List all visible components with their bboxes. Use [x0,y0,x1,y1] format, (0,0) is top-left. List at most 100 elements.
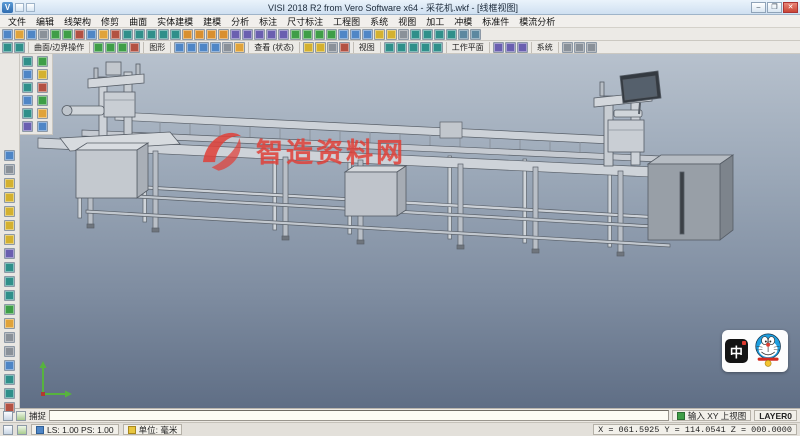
menu-item[interactable]: 工程图 [328,15,365,28]
graphics-shaded-icon[interactable] [174,42,185,53]
attributes-edit[interactable] [4,304,15,315]
view-xy-icon[interactable] [396,42,407,53]
snap-grid[interactable] [4,234,15,245]
group-label-view-state[interactable]: 查看 (状态) [248,42,300,53]
grid-toggle-icon[interactable] [3,425,13,435]
snap-center[interactable] [4,206,15,217]
menu-item[interactable]: 尺寸标注 [282,15,328,28]
copy[interactable] [86,29,97,40]
print[interactable] [38,29,49,40]
view-xz-icon[interactable] [408,42,419,53]
snap-intersection[interactable] [4,220,15,231]
dimension[interactable] [386,29,397,40]
undo[interactable] [50,29,61,40]
menu-item[interactable]: 模流分析 [514,15,560,28]
group-label-graphics[interactable]: 图形 [143,42,171,53]
state-list-icon[interactable] [327,42,338,53]
menu-item[interactable]: 建模 [198,15,226,28]
menu-item[interactable]: 编辑 [31,15,59,28]
view-iso-icon[interactable] [384,42,395,53]
surface-sweep[interactable] [314,29,325,40]
open-file[interactable] [14,29,25,40]
quick-access-icon[interactable] [15,3,24,12]
surface-extrude[interactable] [290,29,301,40]
input-view-mode[interactable]: 输入 XY 上视图 [672,410,751,421]
snap-end[interactable] [4,178,15,189]
boundary-edit-icon[interactable] [105,42,116,53]
state-delete-icon[interactable] [339,42,350,53]
point-style[interactable] [4,346,15,357]
view-rotate-icon[interactable] [432,42,443,53]
translate[interactable] [266,29,277,40]
menu-item[interactable]: 曲面 [124,15,152,28]
boundary-create-icon[interactable] [93,42,104,53]
spline[interactable] [170,29,181,40]
arc[interactable] [146,29,157,40]
line-style[interactable] [4,332,15,343]
menu-item[interactable]: 分析 [226,15,254,28]
zoom-fit[interactable] [410,29,421,40]
units-indicator[interactable]: 单位: 毫米 [123,424,183,435]
delete[interactable] [110,29,121,40]
fillet[interactable] [206,29,217,40]
distance-measure[interactable] [4,374,15,385]
menu-item[interactable]: 标准件 [477,15,514,28]
system-layers-icon[interactable] [574,42,585,53]
3d-viewport[interactable]: 智造资料网 中 [20,54,800,408]
wplane-set-icon[interactable] [493,42,504,53]
snap-toggle-icon[interactable] [3,411,13,421]
layer-indicator[interactable]: LAYER0 [754,410,797,421]
graphics-edges-icon[interactable] [222,42,233,53]
menu-item[interactable]: 视图 [393,15,421,28]
surface-from-boundary-icon[interactable] [117,42,128,53]
state-restore-icon[interactable] [315,42,326,53]
maximize-button[interactable]: ❐ [767,2,782,13]
graphics-hidden-icon[interactable] [198,42,209,53]
wplane-origin-icon[interactable] [517,42,528,53]
menu-item[interactable]: 文件 [3,15,31,28]
view-front-icon[interactable] [2,42,13,53]
color-palette[interactable] [4,318,15,329]
group-label-views[interactable]: 视图 [353,42,381,53]
surface-loft[interactable] [326,29,337,40]
menu-item[interactable]: 冲模 [449,15,477,28]
trim[interactable] [182,29,193,40]
mirror[interactable] [242,29,253,40]
circle[interactable] [158,29,169,40]
shaded-mode[interactable] [458,29,469,40]
measure[interactable] [374,29,385,40]
cut[interactable] [74,29,85,40]
mask-solids[interactable] [4,262,15,273]
view-yz-icon[interactable] [420,42,431,53]
save[interactable] [26,29,37,40]
surface-revolve[interactable] [302,29,313,40]
point[interactable] [122,29,133,40]
group-label-system[interactable]: 系统 [531,42,559,53]
menu-item[interactable]: 线架构 [59,15,96,28]
close-button[interactable]: ✕ [783,2,798,13]
menu-item[interactable]: 修剪 [96,15,124,28]
system-settings-icon[interactable] [562,42,573,53]
extend[interactable] [194,29,205,40]
wplane-align-icon[interactable] [505,42,516,53]
menu-item[interactable]: 实体建模 [152,15,198,28]
offset[interactable] [230,29,241,40]
menu-item[interactable]: 加工 [421,15,449,28]
mask-surfaces[interactable] [4,276,15,287]
line[interactable] [134,29,145,40]
selection-filter[interactable] [4,248,15,259]
solid-block[interactable] [338,29,349,40]
wireframe-mode[interactable] [470,29,481,40]
zoom-window[interactable] [422,29,433,40]
graphics-transparent-icon[interactable] [210,42,221,53]
rotate-view[interactable] [446,29,457,40]
solid-shell[interactable] [362,29,373,40]
layers-panel[interactable] [4,164,15,175]
angle-measure[interactable] [4,388,15,399]
graphics-wireframe-icon[interactable] [186,42,197,53]
layer-manager[interactable] [398,29,409,40]
state-save-icon[interactable] [303,42,314,53]
graphics-color-icon[interactable] [234,42,245,53]
paste[interactable] [98,29,109,40]
menu-item[interactable]: 系统 [365,15,393,28]
